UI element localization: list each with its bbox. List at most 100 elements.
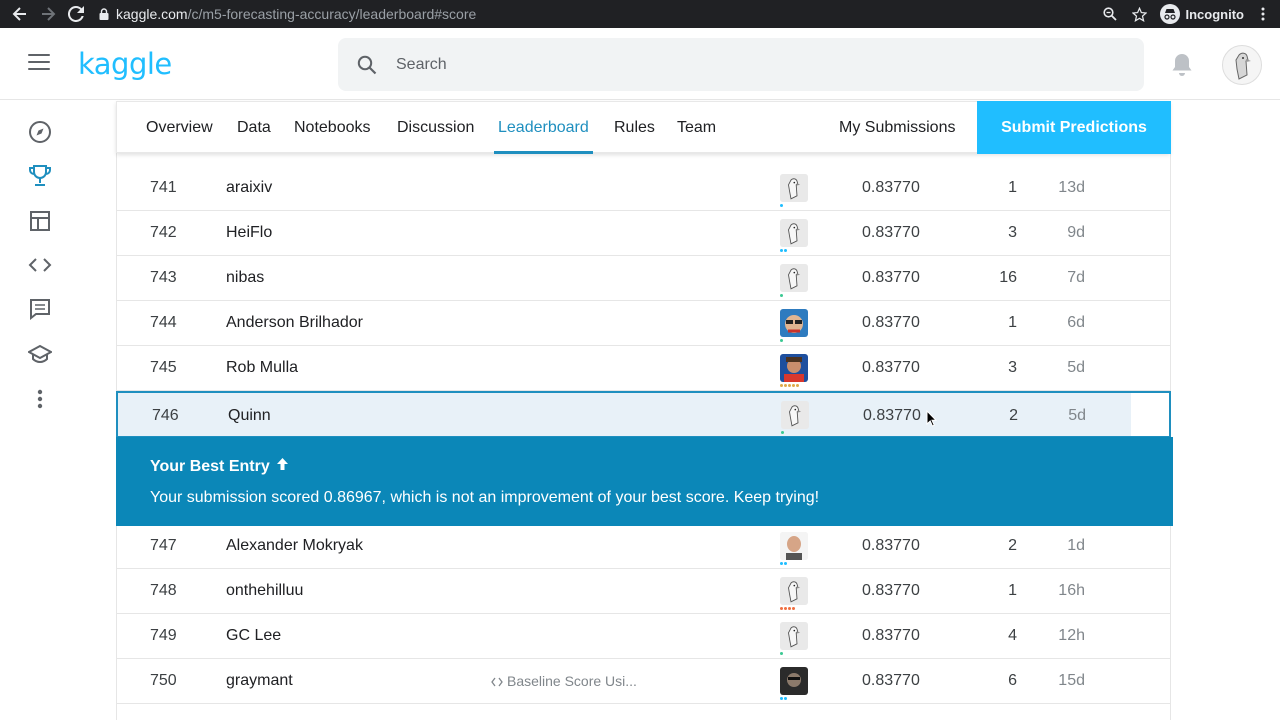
my-team-row[interactable]: 746 Quinn 0.83770 2 5d xyxy=(116,391,1171,438)
browser-toolbar: kaggle.com/c/m5-forecasting-accuracy/lea… xyxy=(0,0,1280,28)
table-row[interactable]: 742 HeiFlo 0.83770 3 9d xyxy=(117,211,1170,256)
tab-notebooks[interactable]: Notebooks xyxy=(294,102,371,154)
team-member-avatar[interactable] xyxy=(780,309,808,337)
tier-dots xyxy=(780,294,783,297)
my-submissions-link[interactable]: My Submissions xyxy=(839,102,955,154)
team-name-link[interactable]: Alexander Mokryak xyxy=(226,537,363,555)
browser-menu-icon[interactable] xyxy=(1254,7,1272,21)
score-cell: 0.83770 xyxy=(862,359,920,376)
code-icon[interactable] xyxy=(27,252,53,278)
comment-icon[interactable] xyxy=(27,296,53,322)
search-box[interactable] xyxy=(338,38,1144,91)
code-icon xyxy=(491,673,507,689)
team-name-link[interactable]: Quinn xyxy=(228,407,271,425)
team-name-link[interactable]: araixiv xyxy=(226,179,272,197)
banner-message: Your submission scored 0.86967, which is… xyxy=(150,489,820,506)
table-row[interactable]: 748 onthehilluu 0.83770 1 16h xyxy=(117,569,1170,614)
table-row[interactable]: 743 nibas 0.83770 16 7d xyxy=(117,256,1170,301)
tier-dots xyxy=(780,249,787,252)
tier-dots xyxy=(780,697,787,700)
rank-cell: 742 xyxy=(150,224,177,241)
search-icon xyxy=(338,55,396,75)
search-input[interactable] xyxy=(396,55,996,74)
rank-cell: 749 xyxy=(150,627,177,644)
compass-icon[interactable] xyxy=(27,119,53,145)
team-member-avatar[interactable] xyxy=(780,264,808,292)
team-name-link[interactable]: onthehilluu xyxy=(226,582,303,600)
table-row[interactable]: 747 Alexander Mokryak 0.83770 2 1d xyxy=(117,524,1170,569)
tier-dots xyxy=(780,562,787,565)
team-name-link[interactable]: Anderson Brilhador xyxy=(226,314,363,332)
team-name-link[interactable]: nibas xyxy=(226,269,264,287)
tier-dot xyxy=(788,607,791,610)
team-member-avatar[interactable] xyxy=(781,401,809,429)
team-name-link[interactable]: HeiFlo xyxy=(226,224,272,242)
team-member-avatar[interactable] xyxy=(780,219,808,247)
tier-dot xyxy=(784,562,787,565)
tab-team[interactable]: Team xyxy=(677,102,716,154)
mouse-cursor-icon xyxy=(926,409,938,432)
tier-dot xyxy=(781,431,784,434)
back-icon[interactable] xyxy=(6,0,34,28)
last-submission-time: 1d xyxy=(1067,537,1085,554)
table-row[interactable]: 741 araixiv 0.83770 1 13d xyxy=(117,166,1170,211)
site-header: kaggle xyxy=(0,28,1280,100)
table-row[interactable]: 744 Anderson Brilhador 0.83770 1 6d xyxy=(117,301,1170,346)
user-avatar[interactable] xyxy=(1222,45,1262,85)
score-cell: 0.83770 xyxy=(862,627,920,644)
team-name-link[interactable]: GC Lee xyxy=(226,627,281,645)
trophy-icon[interactable] xyxy=(27,163,53,189)
score-cell: 0.83770 xyxy=(862,224,920,241)
table-icon[interactable] xyxy=(27,208,53,234)
team-member-avatar[interactable] xyxy=(780,577,808,605)
zoom-icon[interactable] xyxy=(1100,4,1120,24)
notifications-bell-icon[interactable] xyxy=(1170,52,1194,83)
entries-count: 3 xyxy=(1008,359,1017,376)
tab-leaderboard[interactable]: Leaderboard xyxy=(494,102,593,154)
school-icon[interactable] xyxy=(27,341,53,367)
address-bar[interactable]: kaggle.com/c/m5-forecasting-accuracy/lea… xyxy=(94,2,1100,26)
hamburger-menu-icon[interactable] xyxy=(28,54,50,74)
row-action-area xyxy=(1131,393,1169,436)
reload-icon[interactable] xyxy=(62,0,90,28)
last-submission-time: 5d xyxy=(1067,359,1085,376)
submit-predictions-button[interactable]: Submit Predictions xyxy=(977,101,1171,154)
rank-cell: 744 xyxy=(150,314,177,331)
url-path: /c/m5-forecasting-accuracy/leaderboard#s… xyxy=(187,6,477,22)
tab-data[interactable]: Data xyxy=(237,102,271,154)
tab-discussion[interactable]: Discussion xyxy=(397,102,474,154)
kernel-link[interactable]: Baseline Score Usi... xyxy=(491,673,637,689)
rank-cell: 741 xyxy=(150,179,177,196)
table-row[interactable]: 750 graymant 0.83770 6 15d Baseline Score Usi… xyxy=(117,659,1170,704)
table-row[interactable]: 749 GC Lee 0.83770 4 12h xyxy=(117,614,1170,659)
forward-icon[interactable] xyxy=(34,0,62,28)
score-cell: 0.83770 xyxy=(862,537,920,554)
entries-count: 1 xyxy=(1008,582,1017,599)
star-icon[interactable] xyxy=(1130,4,1150,24)
tab-overview[interactable]: Overview xyxy=(146,102,213,154)
kaggle-logo[interactable]: kaggle xyxy=(78,47,172,81)
last-submission-time: 7d xyxy=(1067,269,1085,286)
team-member-avatar[interactable] xyxy=(780,532,808,560)
team-member-avatar[interactable] xyxy=(780,174,808,202)
team-name-link[interactable]: graymant xyxy=(226,672,293,690)
tab-rules[interactable]: Rules xyxy=(614,102,655,154)
last-submission-time: 6d xyxy=(1067,314,1085,331)
team-member-avatar[interactable] xyxy=(780,667,808,695)
score-cell: 0.83770 xyxy=(862,582,920,599)
table-row[interactable]: 745 Rob Mulla 0.83770 3 5d xyxy=(117,346,1170,391)
tier-dots xyxy=(780,339,783,342)
team-member-avatar[interactable] xyxy=(780,354,808,382)
score-cell: 0.83770 xyxy=(862,672,920,689)
team-member-avatar[interactable] xyxy=(780,622,808,650)
more-vertical-icon[interactable] xyxy=(27,386,53,412)
rank-cell: 750 xyxy=(150,672,177,689)
incognito-indicator[interactable]: Incognito xyxy=(1159,4,1244,24)
tier-dots xyxy=(780,607,795,610)
url-host: kaggle.com xyxy=(116,6,188,22)
team-name-link[interactable]: Rob Mulla xyxy=(226,359,298,377)
entries-count: 16 xyxy=(999,269,1017,286)
last-submission-time: 16h xyxy=(1058,582,1085,599)
last-submission-time: 15d xyxy=(1058,672,1085,689)
score-cell: 0.83770 xyxy=(862,269,920,286)
